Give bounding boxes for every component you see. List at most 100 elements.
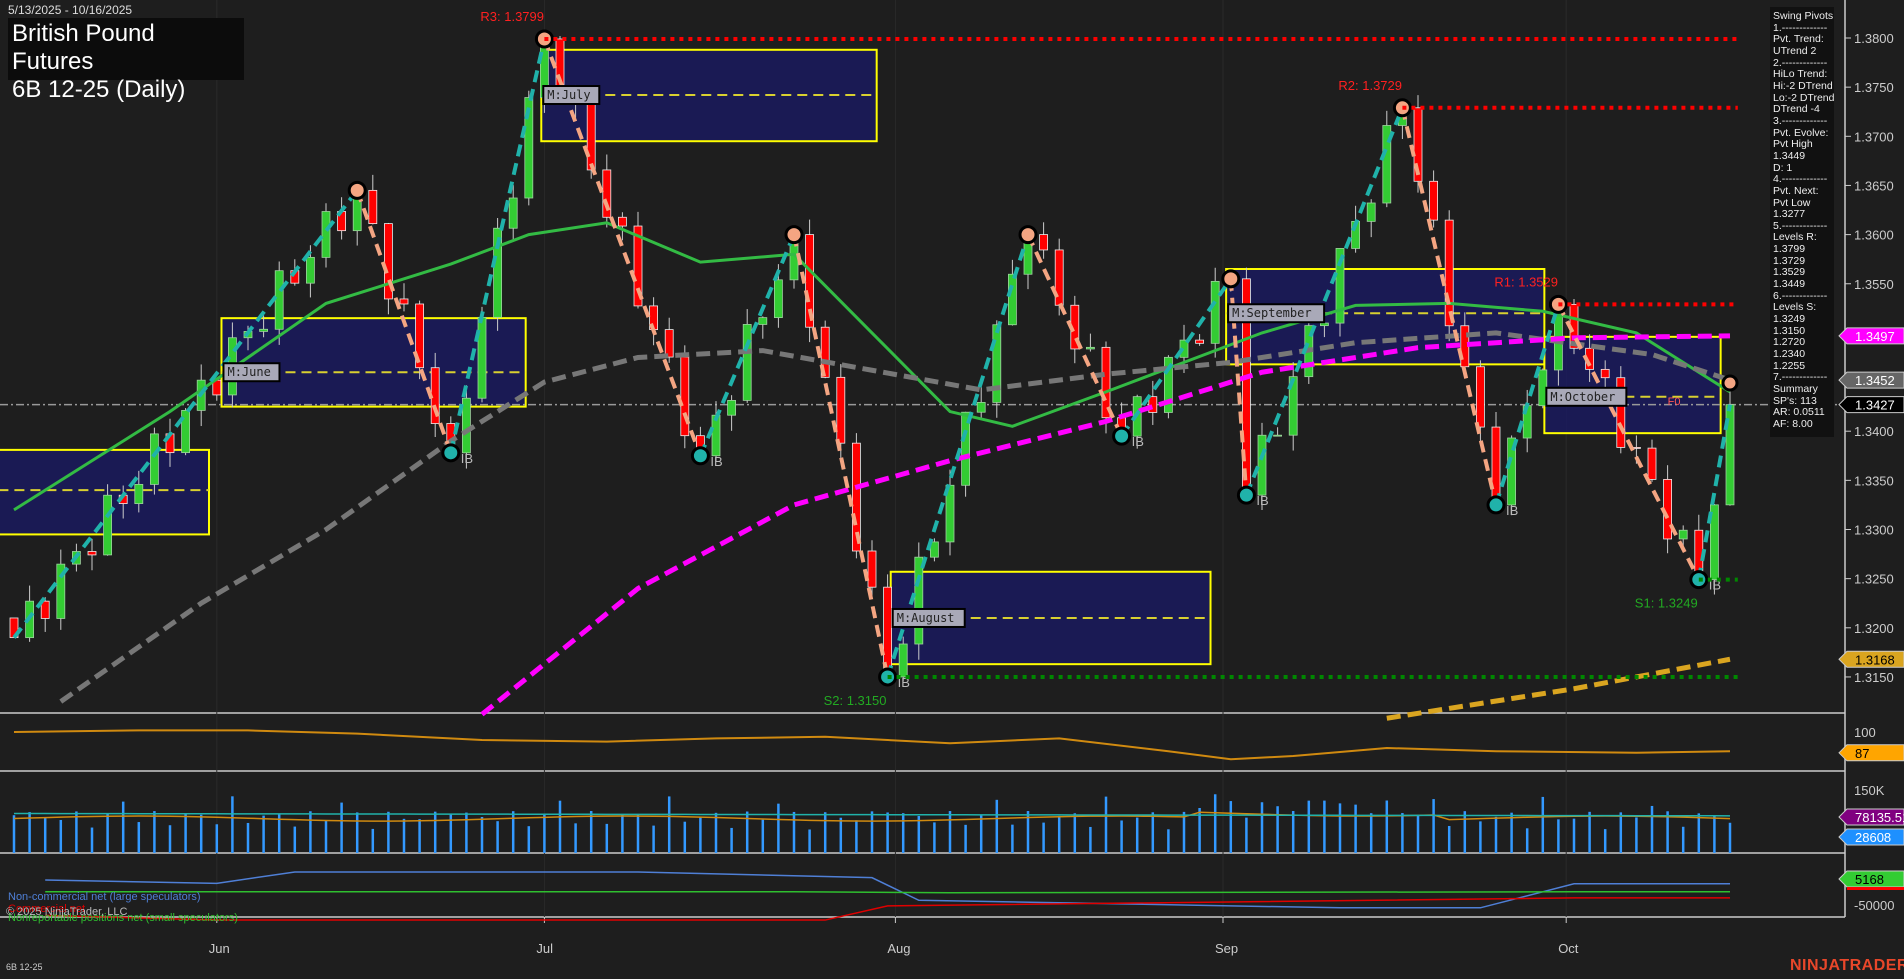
copyright: © 2025 NinjaTrader, LLC: [6, 906, 127, 918]
month-label: M:July: [547, 88, 590, 102]
level-label: R1: 1.3529: [1494, 274, 1558, 289]
price-badge: 1.3168: [1839, 651, 1904, 667]
oscillator-line: [14, 730, 1730, 759]
swing-high-marker: [1723, 376, 1737, 390]
candle-up: [1274, 435, 1282, 436]
price-badge-text: 1.3427: [1855, 398, 1895, 413]
candle-up: [743, 324, 751, 400]
price-chart[interactable]: 1.31501.32001.32501.33001.33501.34001.34…: [0, 0, 1904, 979]
chart-title: British Pound Futures: [12, 20, 240, 76]
candle-up: [306, 257, 314, 283]
candle: [400, 283, 408, 311]
price-tick-label: 1.3400: [1854, 424, 1894, 439]
candle-down: [868, 551, 876, 587]
candle: [681, 345, 689, 448]
price-badge: 1.3452: [1839, 372, 1904, 388]
price-badge-text: 1.3497: [1855, 329, 1895, 344]
ib-label: IB: [710, 454, 722, 469]
swing-high-marker: [1020, 227, 1036, 243]
candle: [1383, 111, 1391, 207]
candle: [182, 408, 190, 455]
candle-down: [400, 299, 408, 304]
candle: [322, 203, 330, 267]
candle-up: [1008, 274, 1016, 324]
candle-down: [618, 217, 626, 226]
price-tick-label: 1.3250: [1854, 572, 1894, 587]
candle-up: [260, 329, 268, 331]
price-badge: 1.3427: [1839, 397, 1904, 413]
candle: [1367, 199, 1375, 237]
month-label: M:June: [227, 365, 270, 379]
candle-up: [712, 415, 720, 456]
candle-down: [88, 551, 96, 554]
candle-up: [1211, 281, 1219, 343]
price-tick-label: 1.3550: [1854, 277, 1894, 292]
candle-up: [182, 410, 190, 452]
candle: [416, 301, 424, 380]
candle-up: [899, 644, 907, 677]
f0-label: F0: [1668, 396, 1681, 408]
candle-down: [1648, 448, 1656, 479]
oscillator-badge: 87: [1839, 745, 1904, 761]
candle-down: [837, 377, 845, 443]
candle: [150, 428, 158, 495]
info-line: Pvt. Next:: [1773, 186, 1831, 198]
swing-pivots-panel: Swing Pivots1.-------------Pvt. Trend:UT…: [1770, 7, 1834, 437]
month-range-box: [1544, 337, 1720, 433]
instrument-label: 6B 12-25: [6, 962, 43, 972]
candle-up: [915, 557, 923, 644]
oscillator-badge-text: 87: [1855, 746, 1869, 761]
oscillator-badge-shape: [1839, 745, 1904, 761]
level-label: S1: 1.3249: [1635, 596, 1698, 611]
candle: [759, 316, 767, 338]
info-line: Swing Pivots: [1773, 11, 1831, 23]
candle: [1492, 412, 1500, 505]
candle-up: [462, 398, 470, 453]
info-line: Summary: [1773, 384, 1831, 396]
candle-down: [1196, 340, 1204, 343]
candle-down: [587, 103, 595, 170]
candle-up: [977, 402, 985, 412]
time-tick-label: Jun: [209, 941, 230, 956]
month-label: M:August: [897, 611, 955, 625]
candle-down: [1476, 367, 1484, 427]
volume-badge-text: 78135.51: [1855, 810, 1904, 825]
price-badge-text: 1.3168: [1855, 652, 1895, 667]
price-tick-label: 1.3350: [1854, 473, 1894, 488]
time-tick-label: Jul: [536, 941, 553, 956]
candle: [1040, 222, 1048, 258]
candle-up: [1679, 530, 1687, 539]
cot-series-line: [45, 892, 1730, 893]
candle-up: [1367, 203, 1375, 221]
time-tick-label: Oct: [1558, 941, 1579, 956]
volume-badge: 28608: [1839, 829, 1904, 845]
candle-up: [759, 318, 767, 325]
info-line: UTrend 2: [1773, 46, 1831, 58]
chart-subtitle: 6B 12-25 (Daily): [12, 76, 240, 104]
volume-badge-text: 28608: [1855, 830, 1891, 845]
price-tick-label: 1.3200: [1854, 621, 1894, 636]
candle-down: [1601, 369, 1609, 377]
swing-low-marker: [1114, 428, 1130, 444]
info-line: 1.3449: [1773, 279, 1831, 291]
candle: [494, 218, 502, 331]
price-badge-text: 1.3452: [1855, 373, 1895, 388]
candle-up: [104, 495, 112, 555]
ib-label: IB: [1256, 493, 1268, 508]
candle-down: [1430, 181, 1438, 220]
candle-down: [369, 190, 377, 223]
swing-high-marker: [349, 182, 365, 198]
cot-series-line: [45, 872, 1730, 908]
cot-badge: 5168: [1839, 871, 1904, 887]
candle: [1430, 170, 1438, 227]
candle: [104, 484, 112, 556]
candle: [1086, 334, 1094, 352]
volume-tick-label: 150K: [1854, 783, 1885, 798]
price-tick-label: 1.3150: [1854, 670, 1894, 685]
time-tick-label: Sep: [1215, 941, 1238, 956]
level-label: R3: 1.3799: [480, 9, 544, 24]
candle-down: [1445, 220, 1453, 326]
swing-up-leg: [14, 190, 357, 637]
candle-down: [665, 330, 673, 357]
info-line: 1.3249: [1773, 314, 1831, 326]
